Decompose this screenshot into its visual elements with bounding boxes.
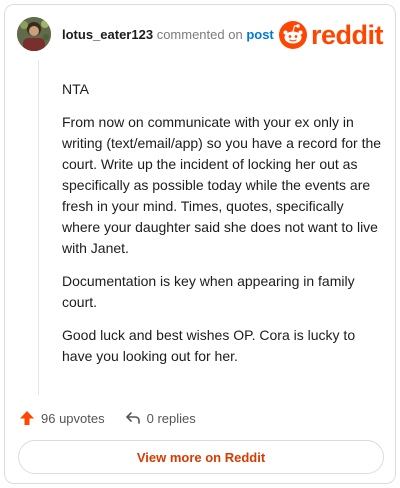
reddit-logo[interactable]: reddit (278, 19, 384, 50)
reddit-wordmark: reddit (310, 19, 384, 50)
comment-header: lotus_eater123 commented on post reddit (17, 17, 384, 51)
comment-paragraph: Documentation is key when appearing in f… (62, 273, 355, 310)
comment-actions: 96 upvotes 0 replies (19, 407, 216, 429)
comment-paragraph: From now on communicate with your ex onl… (62, 114, 382, 256)
avatar[interactable] (17, 17, 51, 51)
reply-count: 0 replies (146, 410, 196, 426)
view-more-button[interactable]: View more on Reddit (18, 440, 384, 474)
commented-on-label: commented on (156, 27, 243, 42)
reddit-snoo-icon (278, 21, 307, 49)
embed-card: lotus_eater123 commented on post reddit … (4, 4, 396, 484)
byline: lotus_eater123 commented on post (62, 27, 274, 42)
reply-arrow-icon (125, 412, 140, 424)
comment-paragraph: NTA (62, 81, 89, 97)
comment-paragraph: Good luck and best wishes OP. Cora is lu… (62, 327, 356, 364)
username-link[interactable]: lotus_eater123 (62, 27, 153, 42)
avatar-image (17, 17, 51, 51)
upvote-count: 96 upvotes (41, 410, 105, 426)
comment-body: NTA From now on communicate with your ex… (62, 79, 382, 379)
replies-button[interactable]: 0 replies (125, 410, 196, 426)
post-link[interactable]: post (246, 27, 273, 42)
thread-line[interactable] (38, 60, 39, 395)
upvote-button[interactable]: 96 upvotes (19, 410, 105, 426)
upvote-arrow-icon (20, 411, 34, 425)
